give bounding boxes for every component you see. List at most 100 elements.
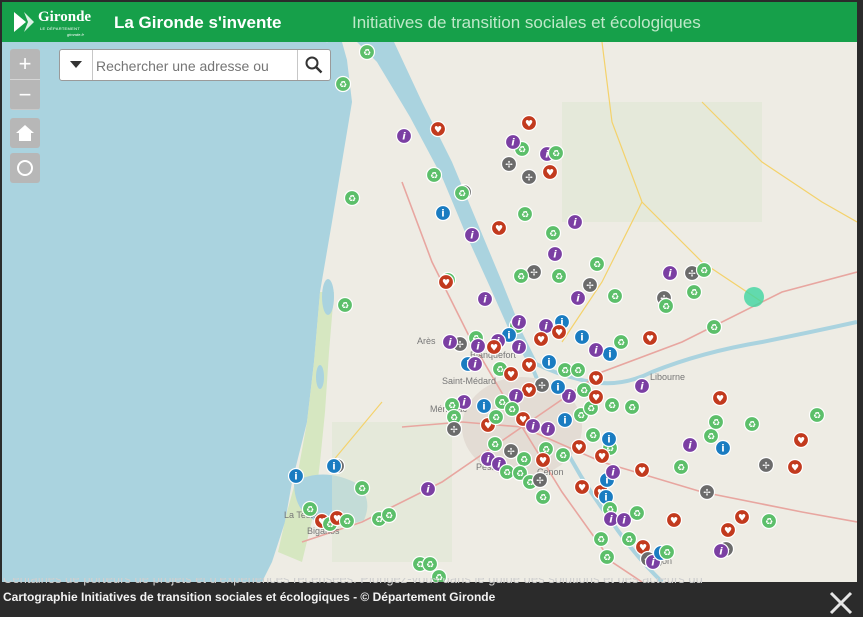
- initiative-green-marker[interactable]: ♻: [515, 450, 533, 468]
- initiative-gray-marker[interactable]: ✢: [531, 471, 549, 489]
- initiative-purple-marker[interactable]: i: [661, 264, 679, 282]
- info-blue-marker[interactable]: i: [573, 328, 591, 346]
- info-blue-marker[interactable]: i: [287, 467, 305, 485]
- info-blue-marker[interactable]: i: [549, 378, 567, 396]
- initiative-green-marker[interactable]: ♻: [603, 396, 621, 414]
- initiative-red-marker[interactable]: ♥: [520, 356, 538, 374]
- info-blue-marker[interactable]: i: [475, 397, 493, 415]
- initiative-red-marker[interactable]: ♥: [550, 323, 568, 341]
- initiative-red-marker[interactable]: ♥: [587, 369, 605, 387]
- zoom-in-button[interactable]: +: [10, 49, 40, 79]
- initiative-gray-marker[interactable]: ✢: [445, 420, 463, 438]
- initiative-red-marker[interactable]: ♥: [587, 388, 605, 406]
- initiative-red-marker[interactable]: ♥: [593, 447, 611, 465]
- initiative-purple-marker[interactable]: i: [546, 245, 564, 263]
- initiative-purple-marker[interactable]: i: [419, 480, 437, 498]
- info-blue-marker[interactable]: i: [714, 439, 732, 457]
- initiative-purple-marker[interactable]: i: [466, 355, 484, 373]
- info-blue-marker[interactable]: i: [601, 345, 619, 363]
- info-blue-marker[interactable]: i: [325, 457, 343, 475]
- initiative-green-marker[interactable]: ♻: [486, 435, 504, 453]
- initiative-gray-marker[interactable]: ✢: [502, 442, 520, 460]
- initiative-purple-marker[interactable]: i: [604, 463, 622, 481]
- initiative-green-marker[interactable]: ♻: [705, 318, 723, 336]
- initiative-green-marker[interactable]: ♻: [334, 75, 352, 93]
- initiative-green-marker[interactable]: ♻: [606, 287, 624, 305]
- initiative-red-marker[interactable]: ♥: [570, 438, 588, 456]
- initiative-purple-marker[interactable]: i: [469, 337, 487, 355]
- initiative-purple-marker[interactable]: i: [510, 313, 528, 331]
- locate-button[interactable]: [10, 153, 40, 183]
- initiative-green-marker[interactable]: ♻: [425, 166, 443, 184]
- initiative-red-marker[interactable]: ♥: [532, 330, 550, 348]
- initiative-green-marker[interactable]: ♻: [534, 488, 552, 506]
- initiative-green-marker[interactable]: ♻: [516, 205, 534, 223]
- initiative-green-marker[interactable]: ♻: [512, 267, 530, 285]
- initiative-purple-marker[interactable]: i: [569, 289, 587, 307]
- initiative-red-marker[interactable]: ♥: [573, 478, 591, 496]
- initiative-green-marker[interactable]: ♻: [658, 543, 676, 561]
- initiative-red-marker[interactable]: ♥: [541, 163, 559, 181]
- initiative-green-marker[interactable]: ♻: [584, 426, 602, 444]
- initiative-purple-marker[interactable]: i: [504, 133, 522, 151]
- info-blue-marker[interactable]: i: [434, 204, 452, 222]
- initiative-gray-marker[interactable]: ✢: [757, 456, 775, 474]
- map-canvas[interactable]: LibourneCenonMérignacPessacArèsLa TesteB…: [2, 42, 857, 582]
- initiative-gray-marker[interactable]: ✢: [698, 483, 716, 501]
- home-button[interactable]: [10, 118, 40, 148]
- initiative-red-marker[interactable]: ♥: [485, 338, 503, 356]
- initiative-green-marker[interactable]: ♻: [358, 43, 376, 61]
- initiative-red-marker[interactable]: ♥: [429, 120, 447, 138]
- initiative-green-marker[interactable]: ♻: [743, 415, 761, 433]
- info-blue-marker[interactable]: i: [600, 430, 618, 448]
- initiative-green-marker[interactable]: ♻: [588, 255, 606, 273]
- initiative-green-marker[interactable]: ♻: [612, 333, 630, 351]
- initiative-red-marker[interactable]: ♥: [633, 461, 651, 479]
- initiative-purple-marker[interactable]: i: [524, 417, 542, 435]
- initiative-purple-marker[interactable]: i: [476, 290, 494, 308]
- initiative-green-marker[interactable]: ♻: [380, 506, 398, 524]
- initiative-green-marker[interactable]: ♻: [544, 224, 562, 242]
- initiative-red-marker[interactable]: ♥: [786, 458, 804, 476]
- initiative-green-marker[interactable]: ♻: [702, 427, 720, 445]
- initiative-red-marker[interactable]: ♥: [520, 114, 538, 132]
- initiative-green-marker[interactable]: ♻: [453, 184, 471, 202]
- close-icon[interactable]: [827, 589, 855, 617]
- initiative-green-marker[interactable]: ♻: [707, 413, 725, 431]
- selected-location-marker[interactable]: [744, 287, 764, 307]
- initiative-green-marker[interactable]: ♻: [301, 500, 319, 518]
- initiative-green-marker[interactable]: ♻: [628, 504, 646, 522]
- initiative-gray-marker[interactable]: ✢: [581, 276, 599, 294]
- initiative-gray-marker[interactable]: ✢: [520, 168, 538, 186]
- zoom-out-button[interactable]: −: [10, 79, 40, 109]
- initiative-green-marker[interactable]: ♻: [672, 458, 690, 476]
- search-button[interactable]: [297, 50, 330, 80]
- initiative-green-marker[interactable]: ♻: [421, 555, 439, 573]
- search-dropdown-button[interactable]: [60, 50, 93, 80]
- initiative-green-marker[interactable]: ♻: [685, 283, 703, 301]
- initiative-green-marker[interactable]: ♻: [547, 144, 565, 162]
- initiative-red-marker[interactable]: ♥: [502, 365, 520, 383]
- initiative-green-marker[interactable]: ♻: [343, 189, 361, 207]
- info-blue-marker[interactable]: i: [540, 353, 558, 371]
- initiative-green-marker[interactable]: ♻: [592, 530, 610, 548]
- initiative-green-marker[interactable]: ♻: [554, 446, 572, 464]
- initiative-gray-marker[interactable]: ✢: [500, 155, 518, 173]
- initiative-purple-marker[interactable]: i: [681, 436, 699, 454]
- initiative-red-marker[interactable]: ♥: [437, 273, 455, 291]
- initiative-green-marker[interactable]: ♻: [336, 296, 354, 314]
- initiative-green-marker[interactable]: ♻: [569, 361, 587, 379]
- initiative-purple-marker[interactable]: i: [441, 333, 459, 351]
- search-input[interactable]: [94, 53, 298, 79]
- initiative-red-marker[interactable]: ♥: [665, 511, 683, 529]
- initiative-purple-marker[interactable]: i: [712, 542, 730, 560]
- initiative-green-marker[interactable]: ♻: [657, 297, 675, 315]
- initiative-green-marker[interactable]: ♻: [353, 479, 371, 497]
- initiative-purple-marker[interactable]: i: [395, 127, 413, 145]
- initiative-purple-marker[interactable]: i: [510, 338, 528, 356]
- initiative-green-marker[interactable]: ♻: [620, 530, 638, 548]
- initiative-green-marker[interactable]: ♻: [808, 406, 826, 424]
- initiative-purple-marker[interactable]: i: [566, 213, 584, 231]
- initiative-green-marker[interactable]: ♻: [487, 408, 505, 426]
- initiative-red-marker[interactable]: ♥: [719, 521, 737, 539]
